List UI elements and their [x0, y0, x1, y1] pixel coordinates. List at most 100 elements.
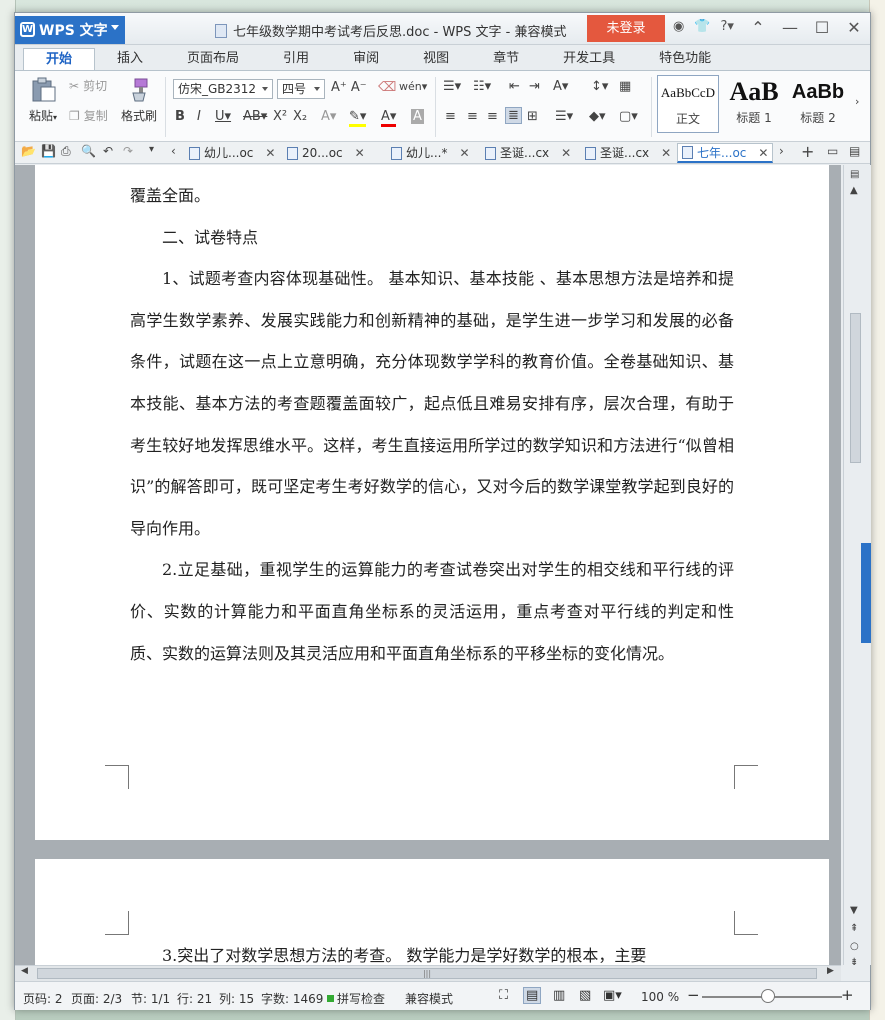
- fullscreen-icon[interactable]: ⛶: [499, 988, 508, 1003]
- bold-icon[interactable]: B: [175, 109, 185, 124]
- scroll-left-icon[interactable]: ◀: [21, 966, 28, 976]
- style-heading-2[interactable]: AaBb 标题 2: [787, 75, 849, 133]
- increase-indent-icon[interactable]: ⇥: [529, 79, 540, 94]
- next-page-icon[interactable]: ⇟: [850, 957, 858, 968]
- new-tab-icon[interactable]: +: [801, 142, 814, 161]
- char-shading-icon[interactable]: A: [411, 109, 424, 124]
- cut-button[interactable]: ✂ 剪切: [69, 77, 107, 94]
- align-right-icon[interactable]: ≡: [487, 109, 498, 124]
- print-icon[interactable]: ⎙: [61, 144, 71, 159]
- highlight-icon[interactable]: ✎▾: [349, 109, 367, 127]
- task-pane-toggle[interactable]: [861, 543, 871, 643]
- doc-tab-2[interactable]: 20...oc ✕: [287, 143, 365, 163]
- bullet-list-icon[interactable]: ☰▾: [443, 79, 461, 94]
- spell-check-toggle[interactable]: 拼写检查: [327, 990, 385, 1007]
- redo-icon[interactable]: ↷: [123, 144, 133, 158]
- grow-font-icon[interactable]: A⁺ A⁻: [331, 80, 367, 95]
- horizontal-scroll-thumb[interactable]: |||: [37, 968, 817, 979]
- tab-page-layout[interactable]: 页面布局: [165, 48, 261, 70]
- strikethrough-icon[interactable]: AB▾: [243, 109, 267, 124]
- previous-page-icon[interactable]: ⇞: [850, 923, 858, 934]
- tab-special[interactable]: 特色功能: [637, 48, 733, 70]
- skin-icon[interactable]: 👕: [694, 19, 710, 34]
- tab-developer[interactable]: 开发工具: [541, 48, 637, 70]
- close-icon[interactable]: ✕: [838, 17, 870, 39]
- clear-format-icon[interactable]: ⌫: [378, 80, 396, 95]
- table-icon[interactable]: ▦: [619, 79, 631, 94]
- status-word-count[interactable]: 字数: 1469: [261, 990, 323, 1007]
- doc-tab-active[interactable]: 七年...oc ✕: [677, 143, 774, 163]
- font-name-select[interactable]: 仿宋_GB2312: [173, 79, 273, 99]
- text-effect-icon[interactable]: A▾: [321, 109, 336, 124]
- status-section[interactable]: 节: 1/1: [131, 990, 170, 1007]
- status-pages[interactable]: 页面: 2/3: [71, 990, 122, 1007]
- close-tab-icon[interactable]: ✕: [355, 143, 365, 163]
- zoom-level[interactable]: 100 %: [641, 990, 679, 1004]
- close-tab-icon[interactable]: ✕: [561, 143, 571, 163]
- open-folder-icon[interactable]: 📂: [21, 144, 36, 158]
- vertical-scroll-thumb[interactable]: [850, 313, 861, 463]
- split-view-icon[interactable]: ▤: [850, 169, 859, 180]
- print-preview-icon[interactable]: 🔍: [81, 144, 96, 158]
- close-tab-icon[interactable]: ✕: [265, 143, 275, 163]
- border-icon[interactable]: ▢▾: [619, 109, 638, 124]
- justify-icon[interactable]: ≣: [505, 107, 522, 124]
- page-view-icon[interactable]: ▤: [523, 987, 542, 1004]
- align-center-icon[interactable]: ≡: [467, 109, 478, 124]
- align-left-icon[interactable]: ≡: [445, 109, 456, 124]
- help-icon[interactable]: ?▾: [721, 19, 734, 34]
- font-color-icon[interactable]: A▾: [381, 109, 397, 127]
- distribute-icon[interactable]: ⊞: [527, 109, 538, 124]
- reading-view-icon[interactable]: ▣▾: [603, 988, 622, 1003]
- save-icon[interactable]: 💾: [41, 144, 56, 158]
- scroll-up-icon[interactable]: ▲: [850, 185, 858, 196]
- font-size-select[interactable]: 四号: [277, 79, 325, 99]
- decrease-indent-icon[interactable]: ⇤: [509, 79, 520, 94]
- subscript-icon[interactable]: X₂: [293, 109, 307, 124]
- outline-view-icon[interactable]: ▥: [553, 988, 565, 1003]
- styles-more-icon[interactable]: ›: [855, 95, 859, 108]
- status-page-number[interactable]: 页码: 2: [23, 990, 63, 1007]
- copy-button[interactable]: ❐ 复制: [69, 107, 108, 124]
- tab-list-icon[interactable]: ▭: [827, 144, 838, 158]
- doc-tab-3[interactable]: 幼儿...* ✕: [391, 143, 470, 163]
- feedback-icon[interactable]: ◉: [673, 19, 684, 34]
- shading-icon[interactable]: ◆▾: [589, 109, 606, 124]
- tab-home[interactable]: 开始: [23, 48, 96, 70]
- collapse-ribbon-icon[interactable]: ⌃: [742, 17, 774, 39]
- undo-icon[interactable]: ↶: [103, 144, 113, 158]
- document-body[interactable]: 覆盖全面。 二、试卷特点 1、试题考查内容体现基础性。 基本知识、基本技能 、基…: [130, 175, 734, 674]
- scroll-right-icon[interactable]: ▶: [827, 966, 834, 976]
- tab-chapter[interactable]: 章节: [471, 48, 541, 70]
- tab-references[interactable]: 引用: [261, 48, 331, 70]
- zoom-in-icon[interactable]: +: [841, 986, 854, 1004]
- status-row[interactable]: 行: 21: [177, 990, 212, 1007]
- status-column[interactable]: 列: 15: [219, 990, 254, 1007]
- format-painter-button[interactable]: 格式刷: [117, 77, 161, 124]
- quick-access-more-icon[interactable]: ▾: [149, 144, 154, 155]
- tabs-scroll-left-icon[interactable]: ‹: [171, 144, 176, 158]
- tab-insert[interactable]: 插入: [95, 48, 165, 70]
- tab-review[interactable]: 审阅: [331, 48, 401, 70]
- doc-tab-4[interactable]: 圣诞...cx ✕: [485, 143, 571, 163]
- close-tab-icon[interactable]: ✕: [758, 143, 768, 163]
- select-browse-icon[interactable]: ○: [850, 941, 859, 952]
- superscript-icon[interactable]: X²: [273, 109, 287, 124]
- paste-button[interactable]: 粘贴▾: [23, 77, 63, 124]
- minimize-icon[interactable]: —: [774, 17, 806, 39]
- tab-view[interactable]: 视图: [401, 48, 471, 70]
- underline-icon[interactable]: U▾: [215, 109, 231, 124]
- close-tab-icon[interactable]: ✕: [661, 143, 671, 163]
- text-direction-icon[interactable]: A▾: [553, 79, 568, 94]
- tabs-scroll-right-icon[interactable]: ›: [779, 144, 784, 158]
- zoom-slider-thumb[interactable]: [761, 989, 775, 1003]
- numbered-list-icon[interactable]: ☷▾: [473, 79, 491, 94]
- wps-menu-button[interactable]: W WPS 文字: [15, 16, 125, 44]
- document-canvas[interactable]: 覆盖全面。 二、试卷特点 1、试题考查内容体现基础性。 基本知识、基本技能 、基…: [15, 165, 841, 965]
- style-heading-1[interactable]: AaB 标题 1: [723, 75, 785, 133]
- paragraph[interactable]: 3.突出了对数学思想方法的考查。 数学能力是学好数学的根本，主要: [130, 935, 734, 965]
- login-button[interactable]: 未登录: [587, 15, 665, 42]
- line-spacing-icon[interactable]: ☰▾: [555, 109, 573, 124]
- tab-options-icon[interactable]: ▤: [849, 144, 860, 158]
- phonetic-guide-icon[interactable]: wén▾: [399, 80, 427, 93]
